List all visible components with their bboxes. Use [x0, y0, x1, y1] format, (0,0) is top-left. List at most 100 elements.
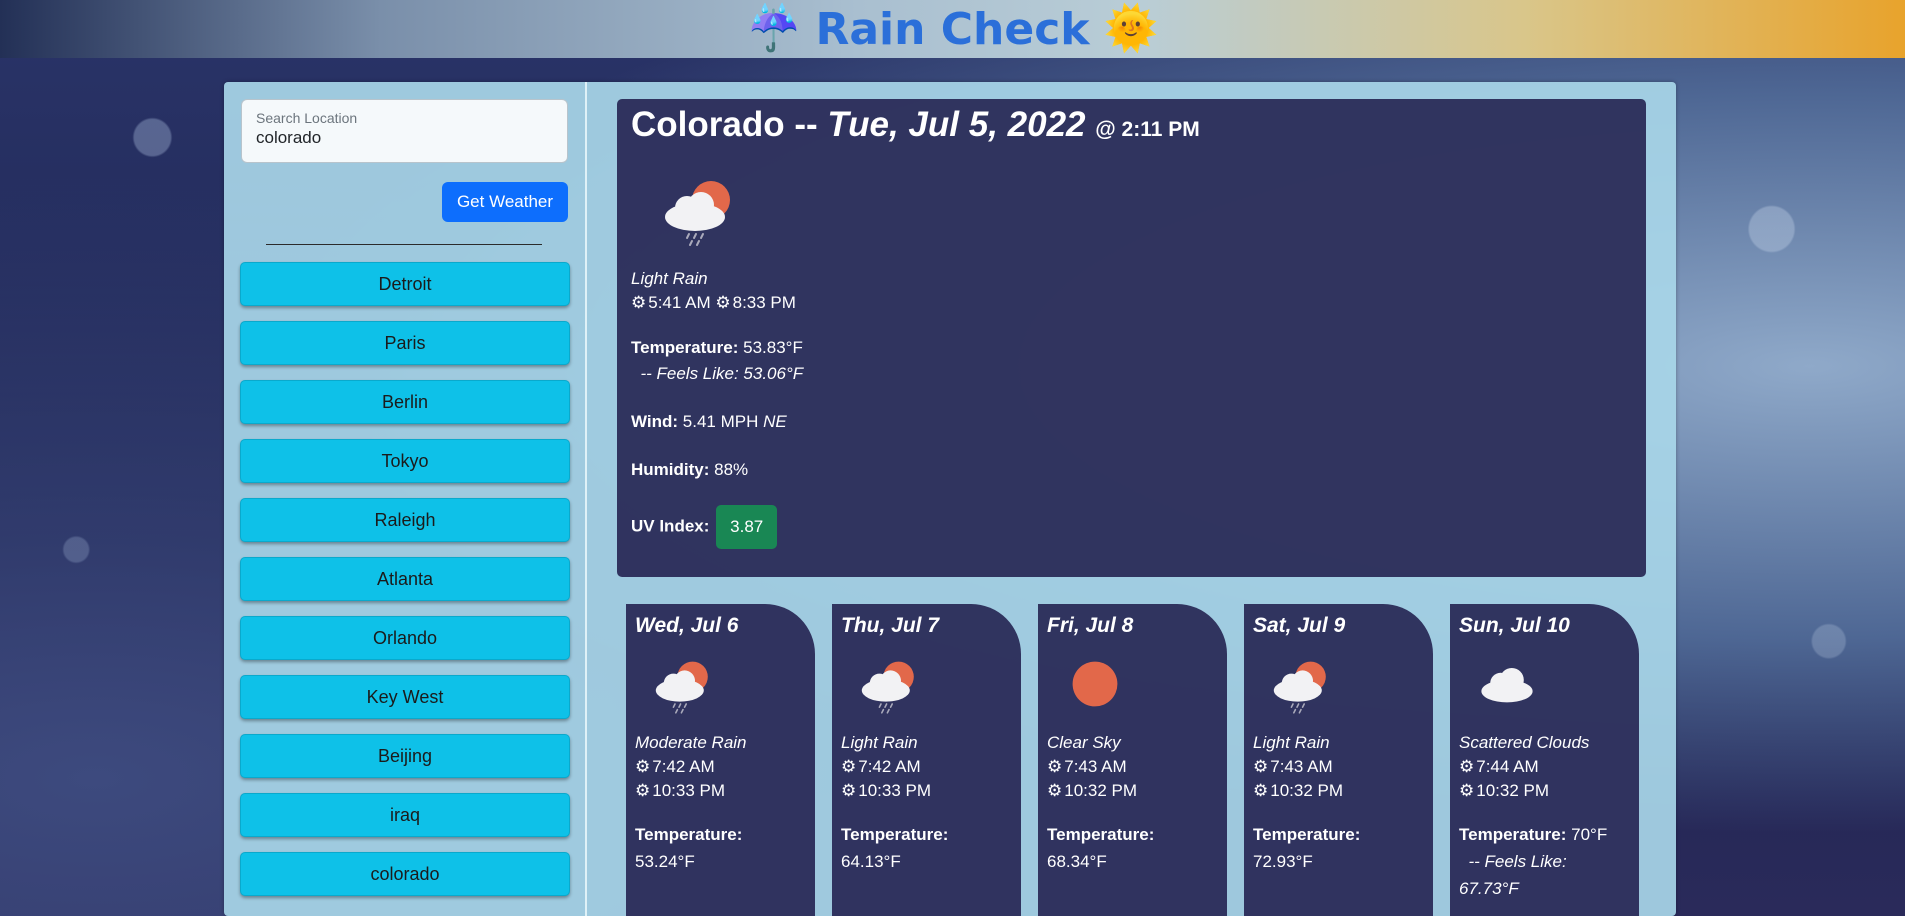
- forecast-card: Fri, Jul 8 Clear Sky ⚙ 7:43 AM ⚙ 10:32 PM Temp…: [1038, 604, 1227, 916]
- forecast-day: Sun, Jul 10: [1459, 614, 1570, 637]
- history-button[interactable]: Detroit: [240, 262, 570, 306]
- current-time: @ 2:11 PM: [1095, 118, 1200, 141]
- app-title: Rain Check: [815, 3, 1090, 55]
- temperature-value: 53.24°F: [635, 852, 695, 871]
- cloud-sun-rain-icon: [1269, 654, 1424, 719]
- sunrise-icon: ⚙: [841, 757, 857, 776]
- forecast-sunset: 10:33 PM: [858, 781, 932, 800]
- wind-value: 5.41 MPH: [682, 412, 759, 431]
- current-sunset: 8:33 PM: [732, 293, 796, 312]
- sunrise-icon: ⚙: [635, 757, 651, 776]
- forecast-sunrise-row: ⚙ 7:43 AM: [1253, 757, 1424, 777]
- history-button[interactable]: Key West: [240, 675, 570, 719]
- history-button[interactable]: Atlanta: [240, 557, 570, 601]
- current-weather-card: Colorado -- Tue, Jul 5, 2022 @ 2:11 PM L…: [617, 99, 1646, 577]
- history-button[interactable]: colorado: [240, 852, 570, 896]
- current-uv: UV Index: 3.87: [631, 505, 1632, 549]
- forecast-temperature: Temperature: 68.34°F: [1047, 821, 1218, 875]
- history-button[interactable]: Paris: [240, 321, 570, 365]
- app-header: ☔ Rain Check 🌞: [0, 0, 1905, 58]
- feels-like-value: -- Feels Like: 53.06°F: [640, 364, 804, 383]
- forecast-sunset: 10:32 PM: [1064, 781, 1138, 800]
- main-panel: Search Location Get Weather Detroit Paris…: [224, 82, 1676, 916]
- forecast-description: Moderate Rain: [635, 733, 747, 752]
- forecast-card: Wed, Jul 6 Moderate Rain ⚙ 7:42 AM ⚙ 10:33 PM…: [626, 604, 815, 916]
- temperature-label: Temperature:: [635, 825, 743, 844]
- forecast-day: Sat, Jul 9: [1253, 614, 1346, 637]
- sun-icon: 🌞: [1103, 4, 1159, 53]
- sidebar: Search Location Get Weather Detroit Paris…: [224, 82, 587, 916]
- forecast-card: Sun, Jul 10 Scattered Clouds ⚙ 7:44 AM ⚙ 10:3…: [1450, 604, 1639, 916]
- current-heading: Colorado -- Tue, Jul 5, 2022 @ 2:11 PM: [631, 103, 1632, 152]
- forecast-card: Thu, Jul 7 Light Rain ⚙ 7:42 AM ⚙ 10:33 PM Tem…: [832, 604, 1021, 916]
- temperature-value: 72.93°F: [1253, 852, 1313, 871]
- forecast-description: Light Rain: [1253, 733, 1330, 752]
- forecast-temperature: Temperature: 70°F -- Feels Like: 67.73°F: [1459, 821, 1630, 902]
- wind-label: Wind:: [631, 412, 679, 431]
- uv-label: UV Index:: [631, 516, 710, 536]
- temperature-label: Temperature:: [631, 338, 739, 357]
- current-sunrise: 5:41 AM: [648, 293, 711, 312]
- sunset-icon: ⚙: [1253, 781, 1269, 800]
- humidity-label: Humidity:: [631, 460, 710, 479]
- cloud-icon: [1475, 654, 1630, 719]
- sunrise-icon: ⚙: [1047, 757, 1063, 776]
- forecast-sunrise-row: ⚙ 7:42 AM: [635, 757, 806, 777]
- cloud-sun-rain-icon: [651, 654, 806, 719]
- forecast-row: Wed, Jul 6 Moderate Rain ⚙ 7:42 AM ⚙ 10:33 PM…: [626, 604, 1639, 916]
- current-description: Light Rain: [631, 269, 708, 288]
- forecast-sunset-row: ⚙ 10:33 PM: [635, 781, 806, 801]
- search-history: Detroit Paris Berlin Tokyo Raleigh Atlanta Orl…: [240, 262, 570, 896]
- temperature-label: Temperature:: [1047, 825, 1155, 844]
- wind-direction: NE: [763, 412, 787, 431]
- forecast-sunset-row: ⚙ 10:32 PM: [1459, 781, 1630, 801]
- search-field[interactable]: Search Location: [241, 99, 568, 163]
- temperature-value: 64.13°F: [841, 852, 901, 871]
- forecast-sunset: 10:33 PM: [652, 781, 726, 800]
- history-button[interactable]: Raleigh: [240, 498, 570, 542]
- forecast-sunset-row: ⚙ 10:32 PM: [1047, 781, 1218, 801]
- temperature-label: Temperature:: [841, 825, 949, 844]
- forecast-sunrise-row: ⚙ 7:43 AM: [1047, 757, 1218, 777]
- forecast-description: Light Rain: [841, 733, 918, 752]
- forecast-sunrise: 7:42 AM: [858, 757, 921, 776]
- forecast-sunset-row: ⚙ 10:33 PM: [841, 781, 1012, 801]
- sunset-icon: ⚙: [1459, 781, 1475, 800]
- sunrise-icon: ⚙: [1253, 757, 1269, 776]
- forecast-sunrise: 7:43 AM: [1270, 757, 1333, 776]
- forecast-sunset: 10:32 PM: [1270, 781, 1344, 800]
- temperature-value: 68.34°F: [1047, 852, 1107, 871]
- forecast-description: Scattered Clouds: [1459, 733, 1590, 752]
- history-button[interactable]: Beijing: [240, 734, 570, 778]
- divider: [266, 244, 542, 245]
- history-button[interactable]: Berlin: [240, 380, 570, 424]
- search-label: Search Location: [256, 110, 358, 126]
- forecast-sunrise-row: ⚙ 7:44 AM: [1459, 757, 1630, 777]
- forecast-day: Wed, Jul 6: [635, 614, 739, 637]
- heading-separator: --: [794, 105, 818, 144]
- umbrella-icon: ☔: [746, 4, 802, 53]
- current-wind: Wind: 5.41 MPH NE: [631, 409, 1632, 435]
- uv-index-badge: 3.87: [716, 505, 778, 549]
- history-button[interactable]: iraq: [240, 793, 570, 837]
- history-button[interactable]: Orlando: [240, 616, 570, 660]
- forecast-sunrise: 7:44 AM: [1476, 757, 1539, 776]
- forecast-temperature: Temperature: 53.24°F: [635, 821, 806, 875]
- sunset-icon: ⚙: [635, 781, 651, 800]
- forecast-sunset-row: ⚙ 10:32 PM: [1253, 781, 1424, 801]
- get-weather-button[interactable]: Get Weather: [442, 182, 568, 222]
- sunset-icon: ⚙: [1047, 781, 1063, 800]
- sunset-icon: ⚙: [715, 293, 731, 312]
- forecast-sunset: 10:32 PM: [1476, 781, 1550, 800]
- cloud-sun-rain-icon: [857, 654, 1012, 719]
- forecast-day: Fri, Jul 8: [1047, 614, 1134, 637]
- current-city: Colorado: [631, 105, 785, 144]
- forecast-temperature: Temperature: 64.13°F: [841, 821, 1012, 875]
- forecast-day: Thu, Jul 7: [841, 614, 940, 637]
- forecast-sunrise-row: ⚙ 7:42 AM: [841, 757, 1012, 777]
- temperature-value: 70°F: [1571, 825, 1608, 844]
- temperature-label: Temperature:: [1253, 825, 1361, 844]
- history-button[interactable]: Tokyo: [240, 439, 570, 483]
- cloud-sun-rain-icon: [659, 172, 1632, 251]
- search-input[interactable]: [256, 128, 553, 148]
